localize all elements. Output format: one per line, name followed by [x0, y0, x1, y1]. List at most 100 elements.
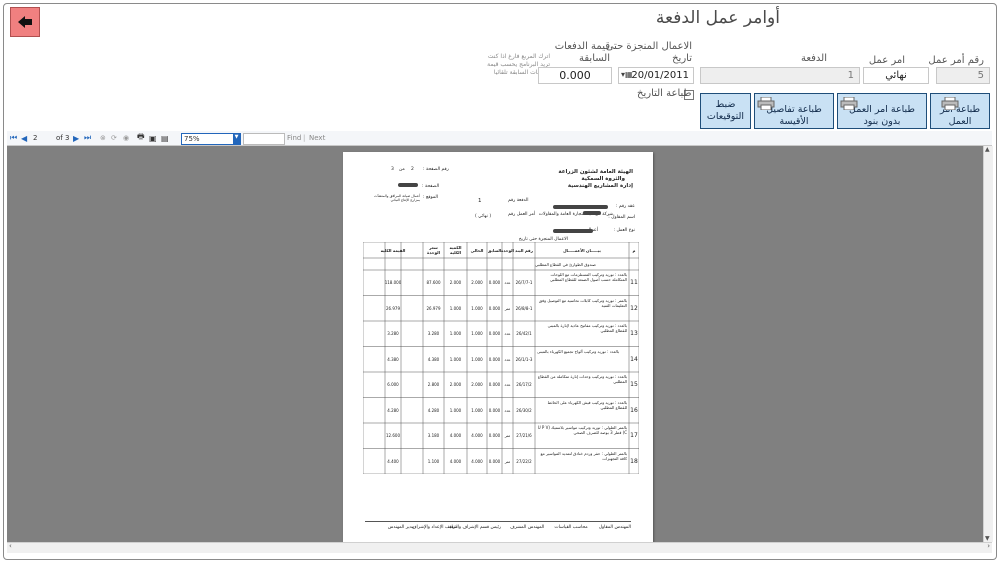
org-line-3: إدارة المشاريع الهندسية: [567, 183, 633, 189]
table-cell: 2.800: [427, 382, 440, 388]
payment-no-label: الدفعة رقم: [508, 198, 529, 203]
table-cell: 2.000: [471, 382, 483, 388]
signature-label: محاسب القياسات: [554, 525, 588, 530]
horizontal-scrollbar[interactable]: ‹ ›: [7, 542, 992, 553]
page-setup-icon[interactable]: ▤: [161, 133, 169, 143]
table-cell: 26/8/8-1: [515, 305, 533, 311]
table-cell: عدد: [504, 331, 511, 337]
printer-icon: [757, 97, 775, 110]
refresh-icon[interactable]: ⟳: [111, 133, 117, 143]
table-cell: بالعدد : توريد وتركيب المستلزمات مع اللو…: [549, 272, 627, 282]
print-no-items-button[interactable]: طباعة امر العمل بدون بنود: [837, 93, 927, 129]
parent-report-icon[interactable]: ◉: [123, 133, 129, 143]
table-cell: 1.000: [471, 407, 483, 413]
redacted-contractor: [583, 211, 601, 215]
table-cell: 26/30/2: [516, 407, 532, 413]
find-input[interactable]: [243, 133, 285, 145]
report-toolbar: ⏮ ◀ 2 of 3 ▶ ⏭ ⊗ ⟳ ◉ 🖶 ▣ ▤ 75% ▼ Find | …: [7, 131, 992, 146]
table-cell: بالعدد : توريد وتركيب وحدات إنارة متكامل…: [537, 374, 627, 384]
date-value: 20/01/2011: [631, 70, 689, 81]
table-first-row: صندوق الطوارئ في القطاع المطلبي: [535, 261, 596, 267]
table-cell: 2.000: [449, 382, 462, 388]
redacted-work-type: [553, 229, 593, 233]
table-cell: 4.000: [471, 433, 483, 439]
table-cell: 118.000: [384, 280, 402, 286]
calendar-icon[interactable]: ▾▦: [621, 70, 633, 79]
prev-value-caption: قيمة الدفعات: [554, 41, 610, 52]
table-cell: 0.000: [488, 331, 501, 337]
zoom-select[interactable]: 75% ▼: [181, 133, 241, 145]
payment-no-value: 1: [478, 198, 482, 204]
vertical-scrollbar[interactable]: ▲ ▼: [983, 146, 993, 542]
page-of-label: of 3: [56, 134, 70, 142]
date-label: تاريخ: [672, 53, 692, 64]
printer-icon: [941, 97, 959, 110]
table-cell: متر: [504, 433, 511, 439]
signatures-button[interactable]: ضبط التوقيعات: [700, 93, 751, 129]
redacted-page-ref: [398, 183, 418, 187]
table-header-cell: رقم البند: [515, 247, 533, 253]
table-cell: 26.979: [426, 305, 441, 311]
next-page-icon[interactable]: ▶: [73, 133, 79, 143]
table-header-cell: السابق: [487, 247, 502, 253]
table-cell: 4.380: [427, 356, 440, 362]
table-cell: عدد: [504, 407, 511, 413]
table-cell: عدد: [504, 382, 511, 388]
work-type-label: نوع العمل :: [613, 228, 635, 233]
signature-label: المهندس المقاول: [598, 525, 631, 530]
table-cell: 18: [630, 457, 638, 465]
table-cell: بالعدد : توريد وتركيب ألواح تجميع الكهرب…: [537, 348, 620, 354]
table-cell: 4.380: [387, 356, 399, 362]
org-line-2: والثروة السمكية: [581, 176, 625, 182]
page-number-input[interactable]: 2: [33, 133, 37, 143]
layout-icon[interactable]: ▣: [149, 133, 157, 143]
zoom-value: 75%: [184, 135, 200, 143]
table-cell: 6.000: [387, 382, 399, 388]
table-cell: 0.000: [488, 407, 501, 413]
signature-label: المهندس المشرف: [510, 525, 545, 530]
table-cell: 27/22/2: [516, 458, 532, 464]
table-cell: 26.979: [386, 305, 400, 311]
print-icon[interactable]: 🖶: [137, 132, 145, 143]
table-cell: عدد: [504, 356, 511, 362]
location-label-static: الصفحة :: [422, 184, 440, 189]
find-link[interactable]: Find: [287, 133, 301, 143]
work-order-field[interactable]: نهائي: [863, 67, 929, 84]
table-cell: 3.280: [387, 331, 399, 337]
first-page-icon[interactable]: ⏮: [10, 133, 17, 143]
stop-icon[interactable]: ⊗: [100, 133, 106, 143]
table-cell: بالمتر الطولي : توريد وتركيب مواسير بلاس…: [537, 425, 627, 435]
table-header-cell: سعر الوحدة: [427, 245, 440, 255]
order-no-field[interactable]: 5: [936, 67, 990, 84]
print-order-label: طباعة امر العمل: [939, 104, 981, 127]
table-cell: 2.000: [449, 280, 462, 286]
table-cell: 1.000: [471, 331, 483, 337]
last-page-icon[interactable]: ⏭: [84, 133, 91, 143]
table-header-cell: الكمية الكلية: [449, 245, 462, 255]
table-cell: 1.000: [449, 331, 462, 337]
prev-value-field[interactable]: 0.000: [538, 67, 612, 84]
payment-field[interactable]: 1: [700, 67, 860, 84]
table-header-cell: م: [632, 247, 636, 253]
table-cell: 26/1/1-3: [515, 356, 533, 362]
signature-label: مراقب الإعداد والإشراف: [411, 525, 458, 530]
next-link[interactable]: Next: [309, 133, 325, 143]
table-cell: 11: [630, 279, 638, 287]
table-cell: 0.000: [488, 382, 501, 388]
table-cell: بالمتر الطولي : حفر وردم خنادق لتمديد ال…: [540, 450, 627, 461]
table-cell: 4.000: [471, 458, 483, 464]
back-button[interactable]: [10, 7, 40, 37]
order-no-report-value: ( نهائي ): [475, 214, 492, 219]
print-date-label: طباعة التاريخ: [637, 88, 692, 99]
date-field[interactable]: ▾▦ 20/01/2011: [618, 67, 694, 84]
table-cell: 1.000: [449, 356, 462, 362]
printer-icon: [840, 97, 858, 110]
prev-value-label: السابقة: [579, 53, 610, 64]
print-order-button[interactable]: طباعة امر العمل: [930, 93, 990, 129]
table-cell: 4.000: [449, 458, 462, 464]
table-cell: 0.000: [488, 280, 501, 286]
prev-page-icon[interactable]: ◀: [21, 133, 27, 143]
print-measures-button[interactable]: طباعة تفاصيل الأقيسة: [754, 93, 834, 129]
order-no-report-label: أمر العمل رقم: [508, 212, 536, 217]
report-viewer[interactable]: الهيئة العامة لشئون الزراعة والثروة السم…: [7, 146, 983, 542]
